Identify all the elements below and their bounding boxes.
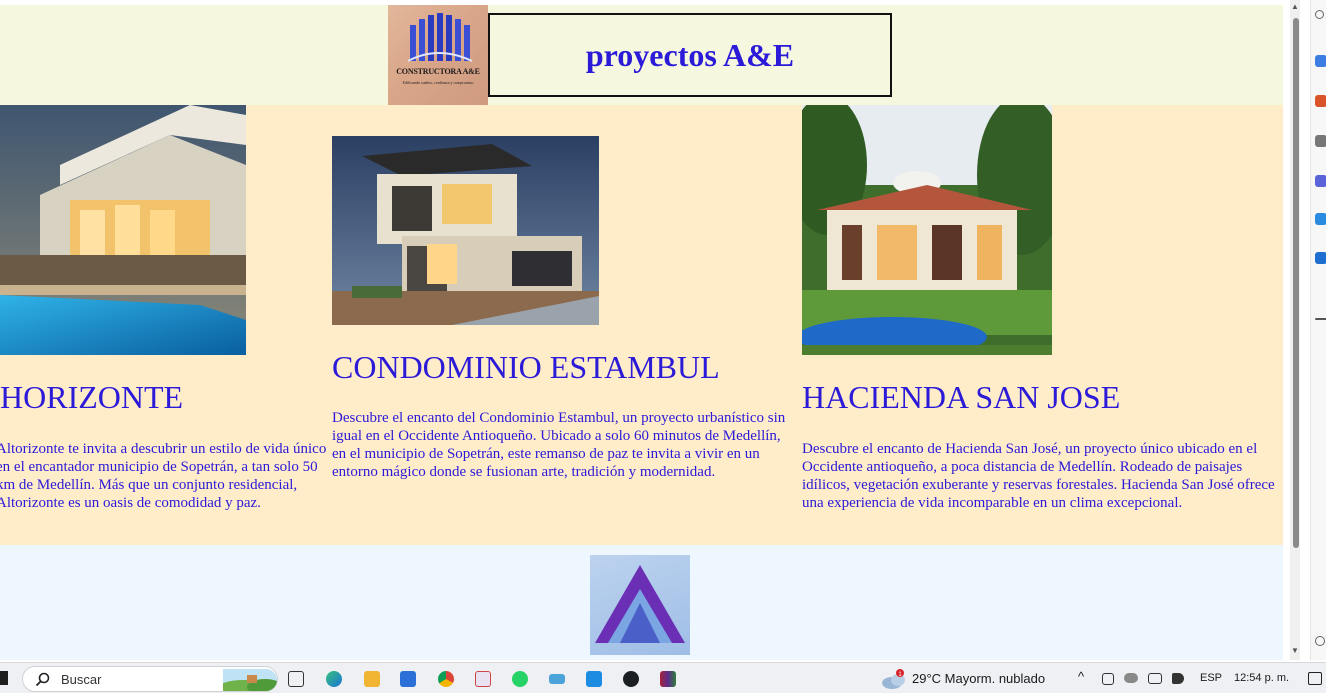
logo-tagline: Edificando sueños, confianza y compromis… — [402, 80, 474, 85]
site-footer — [0, 545, 1283, 660]
estambul-house-photo[interactable] — [332, 136, 599, 325]
logo-company-name: CONSTRUCTORA A&E — [396, 67, 480, 76]
file-explorer-icon[interactable] — [364, 671, 380, 687]
projects-section: HORIZONTE Altorizonte te invita a descub… — [0, 105, 1283, 545]
sidebar-settings-icon[interactable] — [1315, 636, 1325, 646]
triangle-logo-icon — [595, 565, 685, 643]
search-placeholder: Buscar — [61, 672, 102, 687]
sidebar-copilot-icon[interactable] — [1315, 55, 1326, 67]
taskbar-search-box[interactable]: Buscar — [22, 666, 278, 692]
scrollbar-thumb[interactable] — [1293, 18, 1299, 548]
horizonte-house-photo[interactable] — [0, 105, 246, 355]
start-menu-button[interactable] — [0, 671, 8, 685]
notifications-icon[interactable] — [1308, 672, 1322, 685]
winrar-icon[interactable] — [660, 671, 676, 687]
project-title-horizonte: HORIZONTE — [0, 379, 184, 415]
tray-chevron-icon[interactable]: ^ — [1078, 669, 1084, 684]
project-card-san-jose: HACIENDA SAN JOSE Descubre el encanto de… — [802, 105, 1278, 545]
sidebar-office-icon[interactable] — [1315, 213, 1326, 225]
scroll-up-icon[interactable]: ▲ — [1290, 2, 1300, 14]
volume-icon[interactable] — [1172, 673, 1184, 684]
sidebar-tools-icon[interactable] — [1315, 135, 1326, 147]
task-view-icon[interactable] — [288, 671, 304, 687]
sidebar-outlook-icon[interactable] — [1315, 252, 1326, 264]
sidebar-games-icon[interactable] — [1315, 175, 1326, 187]
footer-logo[interactable] — [590, 555, 690, 655]
edge-browser-icon[interactable] — [326, 671, 342, 687]
san-jose-hacienda-photo[interactable] — [802, 105, 1052, 355]
paint-icon[interactable] — [475, 671, 491, 687]
project-description-horizonte: Altorizonte te invita a descubrir un est… — [0, 441, 327, 511]
browser-viewport: CONSTRUCTORA A&E Edificando sueños, conf… — [0, 0, 1283, 660]
search-highlight-image — [223, 669, 277, 691]
project-title-san-jose: HACIENDA SAN JOSE — [802, 379, 1121, 415]
project-description-estambul: Descubre el encanto del Condominio Estam… — [332, 410, 786, 480]
project-title-estambul: CONDOMINIO ESTAMBUL — [332, 349, 720, 385]
network-icon[interactable] — [1148, 673, 1162, 684]
sidebar-search-icon[interactable] — [1315, 10, 1324, 19]
site-title: proyectos A&E — [585, 36, 795, 73]
project-card-horizonte: HORIZONTE Altorizonte te invita a descub… — [0, 105, 330, 545]
onedrive-icon[interactable] — [1124, 673, 1138, 683]
windows-taskbar: Buscar 1 29°C Mayorm. nublado ^ ESP 12:5… — [0, 662, 1326, 693]
store-icon[interactable] — [400, 671, 416, 687]
project-description-san-jose: Descubre el encanto de Hacienda San José… — [802, 441, 1275, 511]
clock-time[interactable]: 12:54 p. m. — [1234, 672, 1289, 684]
chrome-icon[interactable] — [438, 671, 454, 687]
search-icon — [35, 672, 50, 687]
cloudy-weather-icon[interactable]: 1 — [880, 669, 908, 691]
sidebar-shopping-icon[interactable] — [1315, 95, 1326, 107]
browser-sidebar — [1310, 0, 1326, 660]
scroll-down-icon[interactable]: ▼ — [1290, 646, 1300, 658]
vscode-icon[interactable] — [586, 671, 602, 687]
company-logo[interactable]: CONSTRUCTORA A&E Edificando sueños, conf… — [388, 5, 488, 105]
sidebar-add-icon[interactable] — [1315, 318, 1326, 320]
project-card-estambul: CONDOMINIO ESTAMBUL Descubre el encanto … — [332, 105, 792, 545]
site-title-box: proyectos A&E — [488, 13, 892, 97]
building-logo-icon — [407, 13, 473, 62]
weather-text[interactable]: 29°C Mayorm. nublado — [912, 671, 1045, 686]
keyboard-app-icon[interactable] — [549, 674, 565, 684]
language-indicator[interactable]: ESP — [1200, 672, 1222, 684]
github-icon[interactable] — [623, 671, 639, 687]
whatsapp-icon[interactable] — [512, 671, 528, 687]
vertical-scrollbar[interactable]: ▲ ▼ — [1290, 0, 1300, 660]
site-header: CONSTRUCTORA A&E Edificando sueños, conf… — [0, 5, 1283, 105]
meet-now-icon[interactable] — [1102, 673, 1114, 685]
